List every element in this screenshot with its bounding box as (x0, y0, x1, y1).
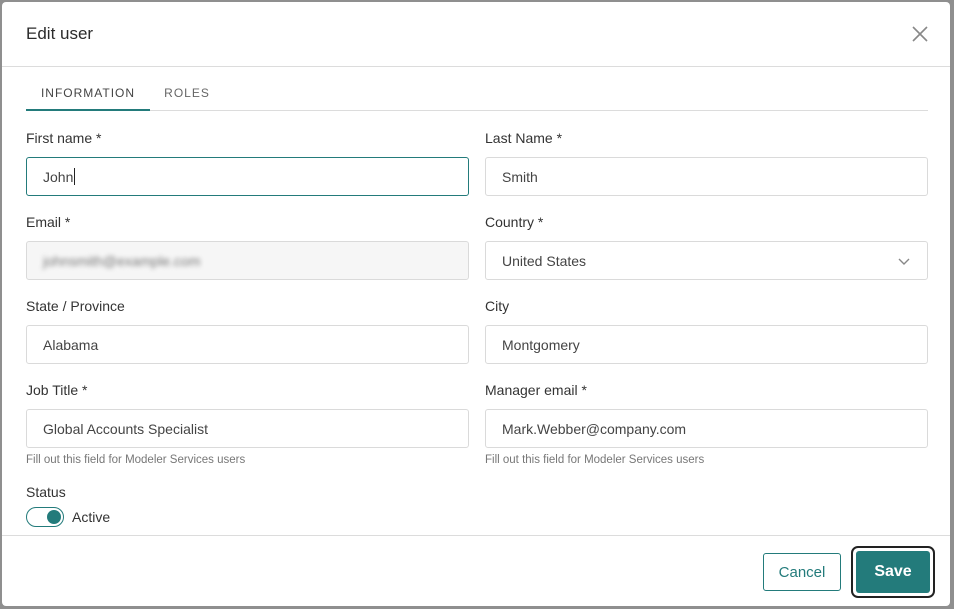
manager-email-value: Mark.Webber@company.com (502, 420, 687, 437)
manager-email-label: Manager email * (485, 382, 587, 398)
job-title-value: Global Accounts Specialist (43, 420, 208, 437)
dialog-title: Edit user (26, 24, 94, 43)
state-input[interactable]: Alabama (26, 325, 469, 364)
state-label: State / Province (26, 298, 125, 314)
manager-email-input[interactable]: Mark.Webber@company.com (485, 409, 928, 448)
city-label: City (485, 298, 510, 314)
city-value: Montgomery (502, 336, 580, 353)
status-toggle-label: Active (72, 509, 111, 525)
last-name-field: Last Name * Smith (485, 130, 928, 196)
job-title-label: Job Title * (26, 382, 88, 398)
state-field: State / Province Alabama (26, 298, 469, 364)
save-button[interactable]: Save (856, 551, 930, 593)
city-field: City Montgomery (485, 298, 928, 364)
first-name-input[interactable]: John (26, 157, 469, 196)
status-toggle-row: Active (26, 507, 110, 527)
text-cursor (74, 168, 76, 185)
first-name-label: First name * (26, 130, 102, 146)
state-value: Alabama (43, 336, 99, 353)
email-field: Email * johnsmith@example.com (26, 214, 469, 280)
job-title-hint: Fill out this field for Modeler Services… (26, 454, 246, 466)
manager-email-hint: Fill out this field for Modeler Services… (485, 454, 705, 466)
dialog-header: Edit user (2, 2, 950, 67)
last-name-input[interactable]: Smith (485, 157, 928, 196)
dialog-footer: Cancel Save (2, 535, 950, 606)
last-name-value: Smith (502, 168, 538, 185)
tab-bar: INFORMATION ROLES (26, 78, 928, 111)
edit-user-dialog: Edit user INFORMATION ROLES First name *… (2, 2, 950, 606)
tab-roles[interactable]: ROLES (156, 78, 218, 111)
city-input[interactable]: Montgomery (485, 325, 928, 364)
country-select[interactable]: United States (485, 241, 928, 280)
job-title-input[interactable]: Global Accounts Specialist (26, 409, 469, 448)
status-toggle[interactable] (26, 507, 64, 527)
first-name-value: John (43, 168, 74, 185)
email-value: johnsmith@example.com (43, 252, 201, 269)
toggle-knob (47, 509, 61, 524)
last-name-label: Last Name * (485, 130, 563, 146)
cancel-button[interactable]: Cancel (763, 553, 841, 591)
country-value: United States (502, 252, 587, 269)
manager-email-field: Manager email * Mark.Webber@company.com … (485, 382, 928, 466)
tab-information[interactable]: INFORMATION (26, 78, 150, 111)
save-button-focus-ring: Save (851, 546, 935, 598)
first-name-field: First name * John (26, 130, 469, 196)
status-label: Status (26, 484, 66, 500)
job-title-field: Job Title * Global Accounts Specialist F… (26, 382, 469, 466)
chevron-down-icon (898, 258, 910, 265)
country-label: Country * (485, 214, 544, 230)
email-input: johnsmith@example.com (26, 241, 469, 280)
close-icon[interactable] (910, 24, 930, 44)
email-label: Email * (26, 214, 71, 230)
country-field: Country * United States (485, 214, 928, 280)
